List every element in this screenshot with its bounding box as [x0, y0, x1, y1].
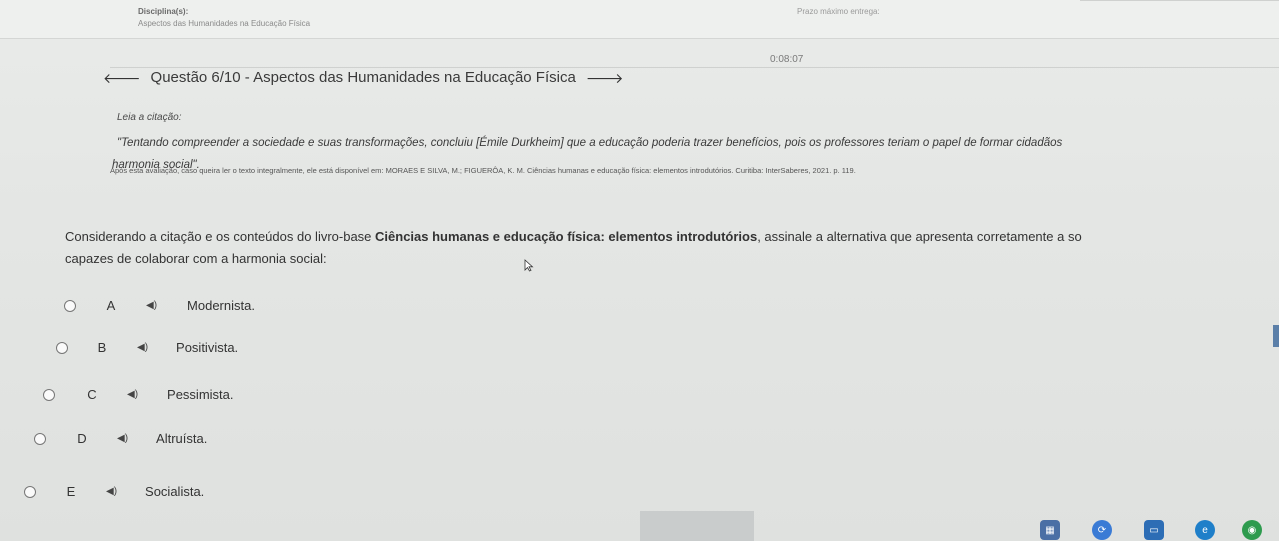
speaker-icon[interactable]: ◀) [117, 433, 128, 444]
question-title: Questão 6/10 - Aspectos das Humanidades … [150, 69, 576, 86]
quote-line-1: "Tentando compreender a sociedade e suas… [117, 137, 1063, 149]
option-d[interactable]: D ◀) Altruísta. [34, 431, 207, 446]
question-header: 🡐 Questão 6/10 - Aspectos das Humanidade… [103, 69, 623, 86]
option-text: Socialista. [145, 484, 205, 499]
reference-full: Após esta avaliação, caso queira ler o t… [110, 166, 856, 175]
discipline-label: Disciplina(s): [138, 7, 189, 16]
reference-text: Após esta avaliação, caso queira ler o t… [110, 166, 856, 175]
edge-icon[interactable]: e [1195, 520, 1215, 540]
option-text: Positivista. [176, 340, 239, 355]
radio-button[interactable] [24, 485, 36, 498]
deadline-label: Prazo máximo entrega: [797, 7, 880, 16]
question-prompt: Considerando a citação e os conteúdos do… [65, 226, 1279, 270]
header-divider [110, 67, 1279, 68]
scrollbar-thumb[interactable] [1273, 325, 1279, 347]
option-text: Altruísta. [156, 431, 208, 446]
discipline-value: Aspectos das Humanidades na Educação Fís… [138, 19, 311, 28]
option-letter: B [97, 340, 107, 355]
read-label: Leia a citação: [117, 112, 182, 123]
radio-button[interactable] [43, 388, 55, 401]
option-text: Pessimista. [167, 387, 234, 402]
prompt-line2: capazes de colaborar com a harmonia soci… [65, 251, 327, 266]
option-letter: A [106, 298, 116, 313]
arrow-right-icon[interactable]: 🡒 [586, 71, 624, 85]
option-letter: E [66, 484, 76, 499]
arrow-left-icon[interactable]: 🡐 [103, 71, 141, 85]
speaker-icon[interactable]: ◀) [106, 486, 117, 497]
option-b[interactable]: B ◀) Positivista. [56, 340, 238, 355]
option-a[interactable]: A ◀) Modernista. [64, 298, 255, 313]
top-bar: Disciplina(s): Aspectos das Humanidades … [0, 0, 1279, 39]
speaker-icon[interactable]: ◀) [146, 300, 157, 311]
store-icon[interactable]: ▭ [1144, 520, 1164, 540]
prompt-line1-pre: Considerando a citação e os conteúdos do… [65, 229, 376, 244]
chrome-icon[interactable]: ◉ [1242, 520, 1262, 540]
app-icon[interactable]: ▦ [1040, 520, 1060, 540]
radio-button[interactable] [64, 299, 76, 312]
mouse-cursor-icon [524, 259, 534, 272]
prompt-book-title: Ciências humanas e educação física: elem… [375, 229, 758, 244]
option-e[interactable]: E ◀) Socialista. [24, 484, 204, 499]
option-c[interactable]: C ◀) Pessimista. [43, 387, 234, 402]
top-divider [1080, 0, 1279, 1]
speaker-icon[interactable]: ◀) [127, 389, 138, 400]
option-text: Modernista. [187, 298, 255, 313]
timer: 0:08:07 [770, 54, 804, 65]
sync-icon[interactable]: ⟳ [1092, 520, 1112, 540]
speaker-icon[interactable]: ◀) [137, 342, 148, 353]
radio-button[interactable] [56, 341, 68, 354]
prompt-line1-post: , assinale a alternativa que apresenta c… [757, 229, 1082, 244]
radio-button[interactable] [34, 432, 46, 445]
option-letter: D [77, 431, 87, 446]
bottom-panel [640, 511, 754, 541]
option-letter: C [87, 387, 97, 402]
